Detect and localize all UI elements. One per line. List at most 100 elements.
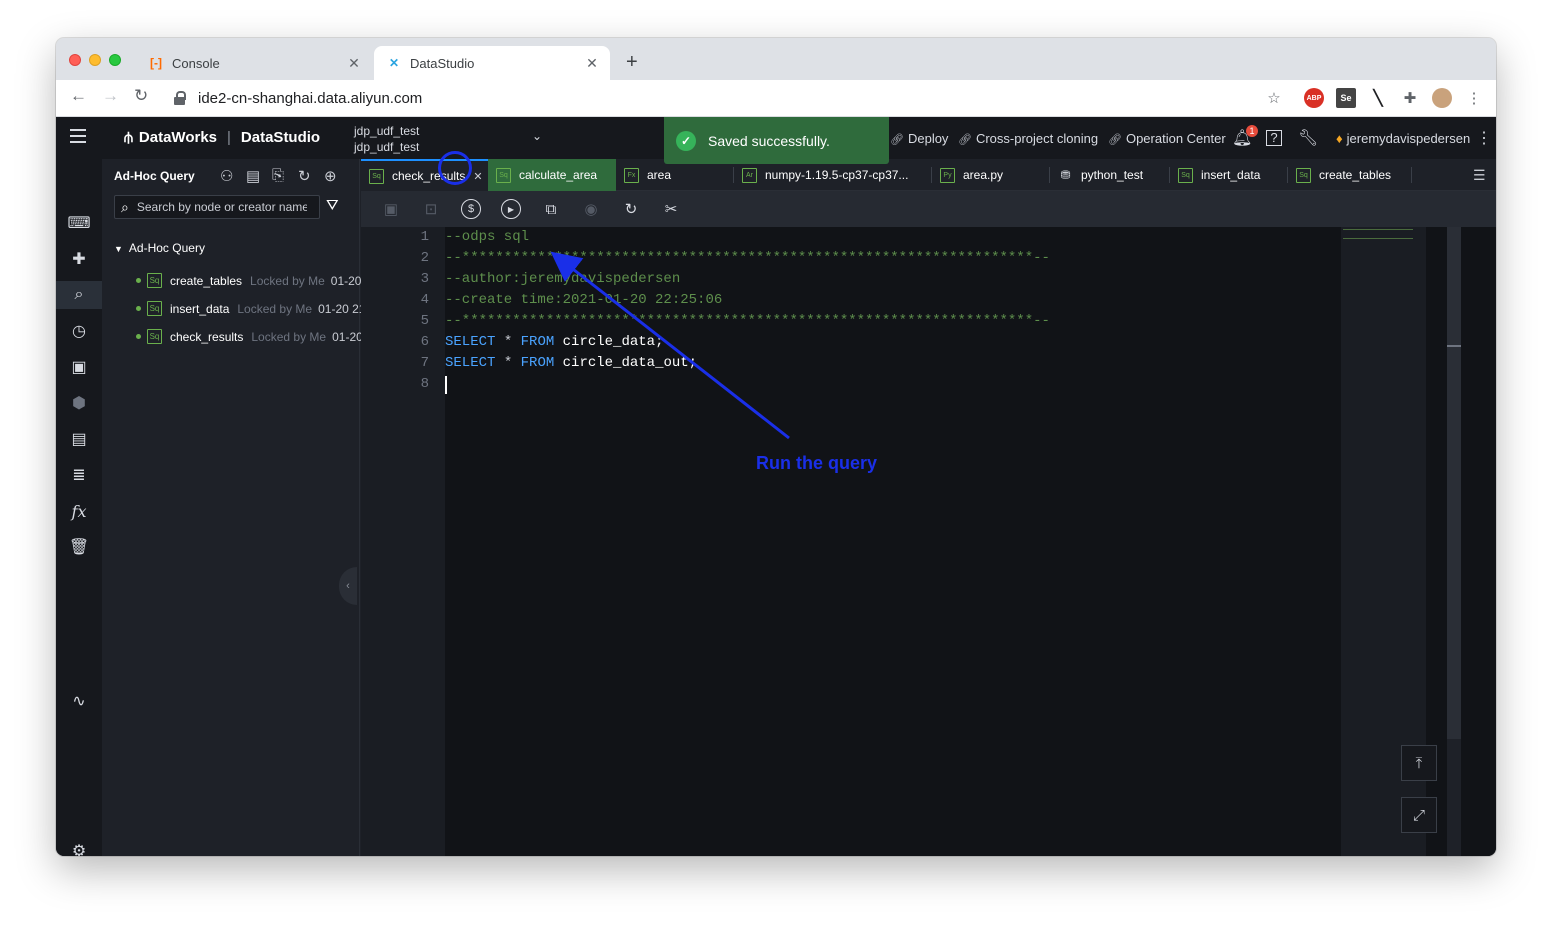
- tree-folder[interactable]: ▼ Ad-Hoc Query: [114, 241, 205, 255]
- close-tab-icon[interactable]: ✕: [584, 55, 600, 72]
- tree-folder-label: Ad-Hoc Query: [128, 241, 205, 255]
- settings-icon[interactable]: ⚙: [56, 837, 102, 856]
- pulse-icon[interactable]: ∿: [56, 687, 102, 715]
- text-cursor: [445, 376, 447, 394]
- browser-tab-console[interactable]: [-] Console ✕: [136, 46, 372, 80]
- main-menu-icon[interactable]: [70, 129, 86, 143]
- code-editor[interactable]: 1 2 3 4 5 6 7 8 --odps sql --***********…: [361, 227, 1496, 856]
- dataworks-app: ⫛ DataWorks | DataStudio jdp_udf_test jd…: [56, 117, 1496, 856]
- forward-icon[interactable]: →: [102, 86, 119, 106]
- format-code-icon[interactable]: ✂: [661, 199, 681, 219]
- filter-icon[interactable]: ⛛: [326, 197, 339, 214]
- scroll-to-top-button[interactable]: ⤒: [1401, 745, 1437, 781]
- run-with-parameters-icon[interactable]: ⧉: [541, 199, 561, 219]
- archive-file-icon: Ar: [742, 167, 757, 183]
- browser-window: [-] Console ✕ ✕ DataStudio ✕ + ← → ↻ ide…: [56, 38, 1496, 856]
- browser-tab-strip: [-] Console ✕ ✕ DataStudio ✕ +: [56, 38, 1496, 80]
- operation-center-link[interactable]: 🔗︎ Operation Center: [1108, 131, 1226, 146]
- close-tab-icon[interactable]: ✕: [346, 55, 362, 72]
- sql-keyword: SELECT: [445, 355, 496, 371]
- brand[interactable]: ⫛ DataWorks | DataStudio: [124, 129, 320, 146]
- scrollbar-marker: [1447, 345, 1461, 347]
- refresh-icon[interactable]: ↻: [298, 167, 311, 185]
- adhoc-query-search-icon[interactable]: ⌕: [56, 281, 102, 309]
- chevron-down-icon[interactable]: ⌄: [532, 129, 542, 143]
- new-tab-button[interactable]: +: [626, 51, 638, 74]
- minimize-window-button[interactable]: [89, 54, 101, 66]
- line-number: 4: [420, 292, 429, 308]
- sql-keyword: FROM: [520, 355, 555, 371]
- component-puzzle-icon[interactable]: ✚: [56, 245, 102, 273]
- editor-tab-python-test[interactable]: ⛃ python_test: [1050, 159, 1170, 191]
- lock-icon[interactable]: ⊡: [421, 199, 441, 219]
- reload-icon[interactable]: ↻: [621, 199, 641, 219]
- notification-badge: 1: [1246, 125, 1258, 137]
- tree-node-create-tables[interactable]: Sq create_tables Locked by Me 01-20: [136, 273, 361, 288]
- address-bar[interactable]: ide2-cn-shanghai.data.aliyun.com: [164, 84, 1294, 112]
- reload-icon[interactable]: ↻: [134, 86, 148, 106]
- stop-icon[interactable]: ◉: [581, 199, 601, 219]
- code-line-select: SELECT * FROM circle_data_out;: [445, 353, 697, 374]
- new-file-icon[interactable]: ⎘: [272, 167, 284, 184]
- bookmark-star-icon[interactable]: ☆: [1264, 88, 1284, 108]
- more-vertical-icon[interactable]: ⋮: [1474, 128, 1494, 148]
- cube-icon[interactable]: ⬢: [56, 389, 102, 417]
- recycle-bin-icon[interactable]: 🗑︎: [56, 533, 102, 561]
- code-line-comment: --author:jeremydavispedersen: [445, 271, 681, 287]
- browser-tab-datastudio[interactable]: ✕ DataStudio ✕: [374, 46, 610, 80]
- briefcase-icon[interactable]: ▣: [56, 353, 102, 381]
- link-icon: 🔗︎: [1108, 134, 1122, 146]
- tab-list-menu-icon[interactable]: ☰: [1473, 167, 1486, 184]
- wrench-icon[interactable]: 🔧︎: [1298, 128, 1318, 148]
- workspace-selector[interactable]: jdp_udf_test jdp_udf_test: [354, 123, 419, 155]
- save-icon[interactable]: ▣: [381, 199, 401, 219]
- selenium-icon[interactable]: Se: [1336, 88, 1356, 108]
- profile-avatar[interactable]: [1432, 88, 1452, 108]
- editor-tab-area-py[interactable]: Py area.py: [932, 159, 1050, 191]
- user-menu[interactable]: ♦ jeremydavispedersen: [1336, 131, 1470, 146]
- data-development-icon[interactable]: ⌨: [56, 209, 102, 237]
- tree-node-insert-data[interactable]: Sq insert_data Locked by Me 01-20 21: [136, 301, 365, 316]
- cross-project-cloning-link[interactable]: 🔗︎ Cross-project cloning: [958, 131, 1098, 146]
- node-search-field[interactable]: ⌕: [114, 195, 320, 219]
- vip-gem-icon: ♦: [1336, 131, 1343, 146]
- chevron-down-icon: ▼: [114, 244, 123, 254]
- chrome-menu-icon[interactable]: ⋮: [1464, 88, 1484, 108]
- cost-estimate-icon[interactable]: $: [461, 199, 481, 219]
- table-icon[interactable]: ▤: [56, 425, 102, 453]
- runtime-log-clock-icon[interactable]: ◷: [56, 317, 102, 345]
- list-manage-icon[interactable]: ≣: [56, 461, 102, 489]
- editor-tab-label: create_tables: [1319, 168, 1392, 182]
- editor-vertical-scrollbar[interactable]: [1447, 227, 1461, 856]
- status-dot: [136, 278, 141, 283]
- code-line-comment: --**************************************…: [445, 313, 1050, 329]
- slash-extension-icon[interactable]: ╲: [1368, 88, 1388, 108]
- fullscreen-button[interactable]: ⤢: [1401, 797, 1437, 833]
- locate-icon[interactable]: ⊕: [324, 167, 337, 185]
- help-icon[interactable]: ?: [1266, 130, 1282, 146]
- scrollbar-thumb[interactable]: [1447, 227, 1461, 739]
- function-fx-icon[interactable]: fx: [56, 497, 102, 525]
- node-date: 01-20: [332, 329, 363, 344]
- editor-tab-create-tables[interactable]: Sq create_tables: [1288, 159, 1412, 191]
- editor-tab-insert-data[interactable]: Sq insert_data: [1170, 159, 1288, 191]
- deploy-link[interactable]: 🔗︎ Deploy: [890, 131, 948, 146]
- user-filter-icon[interactable]: ⚇: [220, 167, 233, 185]
- code-line-comment: --create time:2021-01-20 22:25:06: [445, 292, 723, 308]
- python-file-icon: Py: [940, 167, 955, 183]
- close-tab-icon[interactable]: ✕: [473, 170, 482, 183]
- tree-node-check-results[interactable]: Sq check_results Locked by Me 01-20: [136, 329, 363, 344]
- extensions-puzzle-icon[interactable]: ✚: [1400, 88, 1420, 108]
- run-icon[interactable]: ▶: [501, 199, 521, 219]
- search-input[interactable]: [136, 200, 307, 214]
- close-window-button[interactable]: [69, 54, 81, 66]
- maximize-window-button[interactable]: [109, 54, 121, 66]
- back-icon[interactable]: ←: [70, 86, 87, 106]
- adblock-plus-icon[interactable]: ABP: [1304, 88, 1324, 108]
- product-name: DataStudio: [240, 129, 321, 146]
- browser-tab-title: DataStudio: [410, 55, 475, 71]
- search-file-icon[interactable]: ▤: [246, 167, 260, 185]
- node-date: 01-20 21: [318, 301, 366, 316]
- editor-tab-label: numpy-1.19.5-cp37-cp37...: [765, 168, 909, 182]
- editor-tab-calculate-area[interactable]: Sq calculate_area: [488, 159, 616, 191]
